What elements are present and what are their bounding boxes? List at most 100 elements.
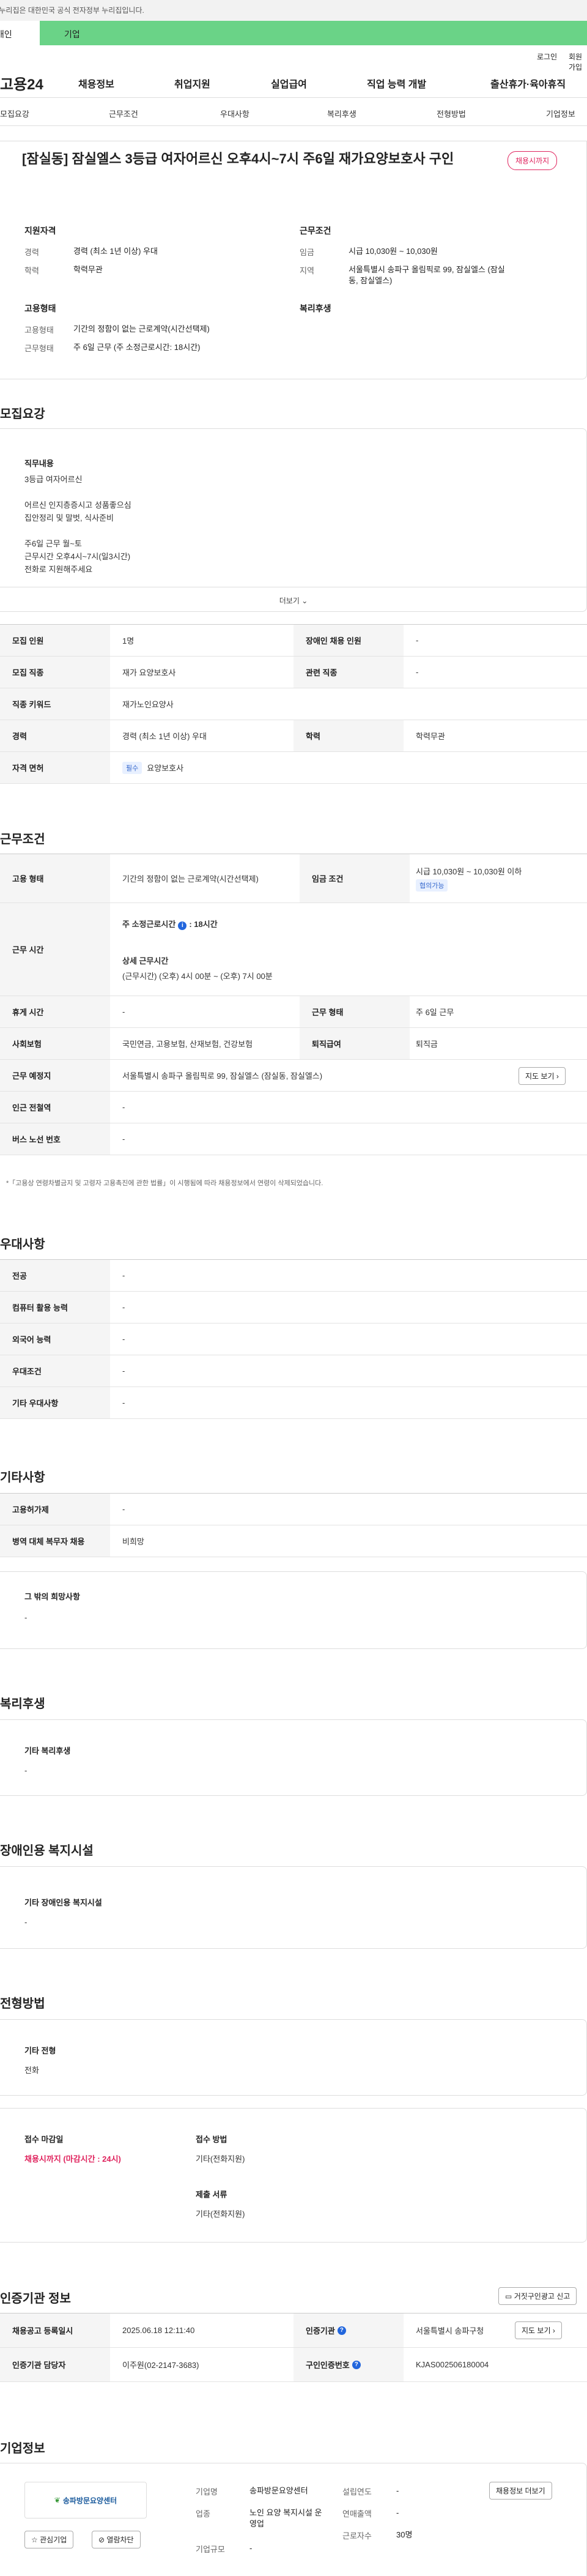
table-row: 근무 예정지 서울특별시 송파구 올림픽로 99, 잠실엘스 (잠실동, 잠실엘… (0, 1060, 587, 1092)
table-row: 직종 키워드 재가노인요양사 (0, 688, 587, 720)
preference-section-title: 우대사항 (0, 1238, 45, 1251)
document-icon: ▭ (505, 2292, 512, 2301)
gov-notice-text: 이 누리집은 대한민국 공식 전자정부 누리집입니다. (0, 6, 144, 15)
info-icon[interactable]: i (178, 921, 187, 930)
table-row: 경력 경력 (최소 1년 이상) 우대 학력 학력무관 (0, 720, 587, 752)
recruit-section-title: 모집요강 (0, 408, 45, 421)
gnb-parental-leave[interactable]: 출산휴가·육아휴직 (490, 76, 566, 91)
table-row: 모집 인원 1명 장애인 채용 인원 - (0, 625, 587, 657)
apply-info-box: 접수 마감일 채용시까지 (마감시간 : 24시) 접수 방법 기타(전화지원)… (0, 2108, 587, 2243)
map-view-button[interactable]: 지도 보기 › (519, 1067, 566, 1085)
table-row: 외국어 능력 - (0, 1323, 587, 1355)
global-nav: 고용24 채용정보 취업지원 실업급여 직업 능력 개발 출산휴가·육아휴직 (0, 64, 587, 98)
emp-type-label: 고용형태 (24, 326, 54, 335)
table-row: 고용허가제 - (0, 1494, 587, 1525)
utility-nav: 로그인 회원가입 (0, 45, 587, 72)
login-link[interactable]: 로그인 (537, 51, 557, 62)
table-row: 인근 전철역 - (0, 1092, 587, 1123)
gnb-skills-dev[interactable]: 직업 능력 개발 (367, 76, 426, 91)
edu-label: 학력 (24, 266, 39, 275)
duty-text: 3등급 여자어르신 어르신 인지층증시고 성품좋으심 집안정리 및 말벗, 식사… (24, 475, 131, 574)
region-value: 서울특별시 송파구 올림픽로 99, 잠실엘스 (잠실동, 잠실엘스) (349, 265, 505, 285)
gnb-employment-support[interactable]: 취업지원 (174, 76, 210, 91)
site-logo[interactable]: 고용24 (0, 72, 43, 94)
anchor-recruit[interactable]: 모집요강 (0, 108, 29, 119)
table-row: 인증기관 담당자 이주원(02-2147-3683) 구인인증번호? KJAS0… (0, 2348, 587, 2382)
age-note: *「고용상 연령차별금지 및 고령자 고용촉진에 관한 법률」이 시행됨에 따라… (6, 1180, 323, 1187)
duty-box: 직무내용 3등급 여자어르신 어르신 인지층증시고 성품좋으심 집안정리 및 말… (0, 428, 587, 612)
company-section-title: 기업정보 (0, 2442, 45, 2455)
deadline-value: 채용시까지 (마감시간 : 24시) (24, 2154, 121, 2164)
duty-title: 직무내용 (24, 459, 54, 468)
anchor-welfare[interactable]: 복리후생 (327, 108, 356, 119)
job-title: [잠실동] 잠실엘스 3등급 여자어르신 오후4시~7시 주6일 재가요양보호사… (22, 151, 454, 166)
agency-map-button[interactable]: 지도 보기 › (515, 2321, 562, 2339)
qual-heading: 지원자격 (24, 226, 56, 236)
table-row: 병역 대체 복무자 채용 비희망 (0, 1525, 587, 1557)
table-row: 버스 노선 번호 - (0, 1123, 587, 1155)
favorite-company-button[interactable]: ☆ 관심기업 (24, 2531, 74, 2548)
block-icon: ⊘ (98, 2536, 105, 2544)
gnb-jobs[interactable]: 채용정보 (78, 76, 114, 91)
disability-box: 기타 장애인용 복지시설 - (0, 1866, 587, 1949)
welfare-box: 기타 복리후생 - (0, 1719, 587, 1796)
table-row: 모집 직종 재가 요양보호사 관련 직종 - (0, 657, 587, 688)
other-wish-box: 그 밖의 희망사항 - (0, 1571, 587, 1649)
leaf-icon: ❦ (54, 2496, 61, 2504)
conditions-section-title: 근무조건 (0, 833, 45, 846)
job-summary-card: [잠실동] 잠실엘스 3등급 여자어르신 오후4시~7시 주6일 재가요양보호사… (0, 141, 587, 379)
company-logo: ❦ 송파방문요양센터 (24, 2482, 147, 2518)
wage-label: 임금 (300, 248, 314, 257)
gov-notice-bar: 이 누리집은 대한민국 공식 전자정부 누리집입니다. (0, 0, 587, 21)
tab-business[interactable]: 기업 (64, 28, 80, 40)
selection-section-title: 전형방법 (0, 1997, 45, 2011)
work-form-value: 주 6일 근무 (주 소정근로시간: 18시간) (73, 343, 201, 352)
star-icon: ☆ (31, 2536, 38, 2544)
company-card: ❦ 송파방문요양센터 ☆ 관심기업 ⊘ 열람차단 기업명 송파방문요양센터 업종 … (0, 2463, 587, 2576)
status-badge: 채용시까지 (508, 151, 558, 170)
negotiable-chip: 협의가능 (416, 879, 448, 892)
table-row: 자격 면허 필수 요양보호사 (0, 752, 587, 784)
agency-table: 채용공고 등록일시 2025.06.18 12:11:40 인증기관? 서울특별… (0, 2313, 587, 2382)
table-row: 우대조건 - (0, 1355, 587, 1387)
block-view-button[interactable]: ⊘ 열람차단 (92, 2531, 141, 2548)
required-chip: 필수 (122, 761, 142, 774)
preference-table: 전공 - 컴퓨터 활용 능력 - 외국어 능력 - 우대조건 - 기타 우대사항 - (0, 1259, 587, 1419)
other-selection-box: 기타 전형 전화 (0, 2019, 587, 2096)
chevron-down-icon: ⌄ (301, 597, 308, 605)
info-icon[interactable]: ? (352, 2360, 361, 2369)
table-row: 채용공고 등록일시 2025.06.18 12:11:40 인증기관? 서울특별… (0, 2314, 587, 2348)
anchor-conditions[interactable]: 근무조건 (109, 108, 138, 119)
anchor-company[interactable]: 기업정보 (546, 108, 575, 119)
chevron-right-icon: › (556, 1072, 559, 1081)
region-label: 지역 (300, 266, 314, 275)
welfare-section-title: 복리후생 (0, 1697, 45, 1711)
anchor-nav: 모집요강 근무조건 우대사항 복리후생 전형방법 기업정보 (0, 98, 587, 126)
false-ad-report-button[interactable]: ▭ 거짓구인광고 신고 (498, 2287, 577, 2305)
welfare-heading: 복리후생 (300, 303, 331, 313)
conditions-table: 고용 형태 기간의 정함이 없는 근로계약(시간선택제) 임금 조건 시급 10… (0, 854, 587, 1155)
emp-type-value: 기간의 정함이 없는 근로계약(시간선택제) (73, 324, 210, 333)
table-row: 고용 형태 기간의 정함이 없는 근로계약(시간선택제) 임금 조건 시급 10… (0, 854, 587, 903)
etc-table: 고용허가제 - 병역 대체 복무자 채용 비희망 (0, 1493, 587, 1557)
info-icon[interactable]: ? (337, 2326, 346, 2335)
wage-value: 시급 10,030원 ~ 10,030원 (349, 247, 438, 256)
career-value: 경력 (최소 1년 이상) 우대 (73, 247, 158, 256)
table-row: 휴게 시간 - 근무 형태 주 6일 근무 (0, 996, 587, 1028)
disability-section-title: 장애인용 복지시설 (0, 1844, 94, 1858)
tab-individual[interactable]: 개인 (0, 21, 40, 45)
cond-heading: 근무조건 (300, 226, 331, 236)
company-jobs-button[interactable]: 채용정보 더보기 (489, 2482, 552, 2500)
table-row: 사회보험 국민연금, 고용보험, 산재보험, 건강보험 퇴직급여 퇴직금 (0, 1028, 587, 1060)
gnb-unemployment-benefit[interactable]: 실업급여 (271, 76, 307, 91)
etc-section-title: 기타사항 (0, 1471, 45, 1484)
more-button[interactable]: 더보기 ⌄ (0, 587, 587, 611)
user-type-tabs: 개인 기업 (0, 21, 587, 45)
edu-value: 학력무관 (73, 265, 103, 274)
anchor-preference[interactable]: 우대사항 (220, 108, 249, 119)
table-row: 컴퓨터 활용 능력 - (0, 1292, 587, 1323)
table-row: 기타 우대사항 - (0, 1387, 587, 1419)
anchor-selection[interactable]: 전형방법 (437, 108, 466, 119)
table-row: 전공 - (0, 1260, 587, 1292)
recruit-table: 모집 인원 1명 장애인 채용 인원 - 모집 직종 재가 요양보호사 관련 직… (0, 624, 587, 784)
